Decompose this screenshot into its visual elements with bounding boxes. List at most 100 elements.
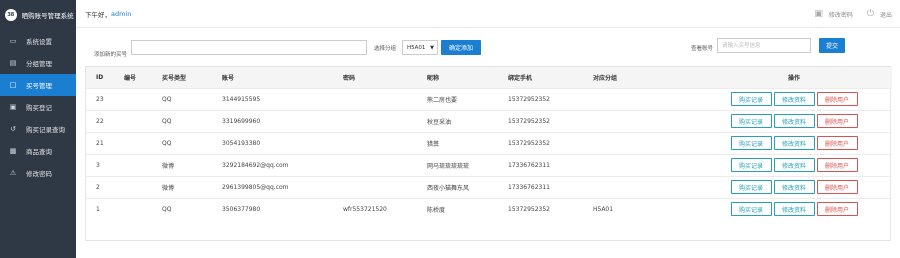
table-row: 21 QQ 3054193380 猎粪 15372952352 购买记录 修改资料…: [86, 131, 892, 154]
cell-nickname: 网马琉琉琉琉琉: [417, 153, 498, 176]
col-header-nickname: 昵称: [427, 74, 440, 82]
add-account-input[interactable]: [131, 40, 367, 55]
edit-button[interactable]: 修改资料: [773, 180, 815, 194]
table-row: 22 QQ 3319699960 秋豆采油 15372952352 购买记录 修改…: [86, 109, 892, 132]
document-icon: □: [9, 81, 17, 89]
change-password-link[interactable]: 修改密码: [829, 10, 853, 19]
cell-password: wfr553721520: [333, 197, 417, 220]
sidebar-item-label: 商品查询: [26, 148, 52, 156]
delete-user-button[interactable]: 删除用户: [816, 136, 858, 150]
cell-type: QQ: [152, 109, 212, 132]
edit-button[interactable]: 修改资料: [773, 158, 815, 172]
cell-group: [583, 175, 696, 198]
cell-group: H5A01: [583, 197, 696, 220]
chevron-down-icon: ▼: [430, 44, 434, 51]
cell-phone: 15372952352: [498, 197, 583, 220]
cell-phone: 17336762311: [498, 153, 583, 176]
history-icon: ↺: [10, 125, 16, 133]
sidebar-item-system-settings[interactable]: ▭ 系统设置: [0, 30, 76, 52]
cell-phone: 15372952352: [498, 131, 583, 154]
delete-user-button[interactable]: 删除用户: [816, 92, 858, 106]
cell-group: [583, 153, 696, 176]
cell-account: 3054193380: [212, 131, 333, 154]
cell-type: QQ: [152, 87, 212, 110]
logout-link[interactable]: 退出: [880, 10, 892, 19]
cell-number: [114, 153, 152, 176]
cell-actions: 购买记录 修改资料 删除用户: [696, 109, 892, 132]
sidebar-item-purchase-register[interactable]: ▣ 购买登记: [0, 96, 76, 118]
cell-actions: 购买记录 修改资料 删除用户: [696, 87, 892, 110]
search-label: 查看账号: [691, 46, 714, 52]
monitor-icon: ▭: [9, 37, 17, 45]
lock-icon[interactable]: ▣: [814, 9, 823, 19]
cell-number: [114, 175, 152, 198]
cell-actions: 购买记录 修改资料 删除用户: [696, 131, 892, 154]
edit-button[interactable]: 修改资料: [773, 136, 815, 150]
col-header-password: 密码: [343, 74, 356, 82]
cell-nickname: 熊二房也要: [417, 87, 498, 110]
table-row: 1 QQ 3506377980 wfr553721520 陈桥度 1537295…: [86, 197, 892, 220]
search-input[interactable]: [717, 38, 811, 53]
add-account-label: 添加新的买号: [94, 52, 128, 58]
sidebar-item-label: 分组管理: [26, 60, 52, 68]
cell-phone: 15372952352: [498, 87, 583, 110]
col-header-id: ID: [96, 73, 104, 81]
edit-button[interactable]: 修改资料: [773, 114, 815, 128]
edit-button[interactable]: 修改资料: [773, 92, 815, 106]
cell-actions: 购买记录 修改资料 删除用户: [696, 175, 892, 198]
edit-button[interactable]: 修改资料: [773, 202, 815, 217]
sidebar-item-purchase-history[interactable]: ↺ 购买记录查询: [0, 118, 76, 140]
sidebar-item-account-management[interactable]: □ 买号管理: [0, 74, 76, 96]
group-select-value: H5A01: [407, 44, 426, 51]
delete-user-button[interactable]: 删除用户: [816, 202, 858, 217]
cell-nickname: 秋豆采油: [417, 109, 498, 132]
header-actions: ▣ 修改密码 ⏻ 退出: [814, 0, 892, 28]
sidebar-item-group-management[interactable]: ▤ 分组管理: [0, 52, 76, 74]
col-header-group: 对应分组: [593, 74, 618, 82]
sidebar-item-label: 买号管理: [26, 82, 52, 90]
col-header-type: 买号类型: [162, 74, 187, 82]
cell-id: 1: [86, 197, 114, 220]
sidebar-item-change-password[interactable]: ⚠ 修改密码: [0, 162, 76, 184]
cell-number: [114, 197, 152, 220]
submit-button[interactable]: 提交: [819, 38, 845, 53]
cell-phone: 17336762311: [498, 175, 583, 198]
purchase-record-button[interactable]: 购买记录: [730, 92, 772, 106]
delete-user-button[interactable]: 删除用户: [816, 114, 858, 128]
sidebar-item-product-query[interactable]: ▩ 商品查询: [0, 140, 76, 162]
cell-password: [333, 87, 417, 110]
brand-logo: 38: [5, 9, 17, 21]
delete-user-button[interactable]: 删除用户: [816, 158, 858, 172]
cell-account: 3506377980: [212, 197, 333, 220]
confirm-add-button[interactable]: 确定添加: [441, 40, 481, 55]
cell-id: 2: [86, 175, 114, 198]
cell-id: 21: [86, 131, 114, 154]
col-header-number: 编号: [124, 74, 137, 82]
cell-nickname: 陈桥度: [417, 197, 498, 220]
cell-actions: 购买记录 修改资料 删除用户: [696, 197, 892, 220]
power-icon[interactable]: ⏻: [867, 9, 874, 19]
sidebar-item-label: 购买登记: [26, 104, 52, 112]
purchase-record-button[interactable]: 购买记录: [730, 180, 772, 194]
table-row: 2 微博 2961399805@qq.com 西夜小猫舞东风 173367623…: [86, 175, 892, 198]
brand-title: 晒购账号管理系统: [21, 12, 74, 20]
cell-number: [114, 87, 152, 110]
table-row: 3 微博 3292184692@qq.com 网马琉琉琉琉琉 173367623…: [86, 153, 892, 176]
delete-user-button[interactable]: 删除用户: [816, 180, 858, 194]
cell-account: 3292184692@qq.com: [212, 153, 333, 176]
sidebar-item-label: 购买记录查询: [26, 126, 65, 134]
box-icon: ▩: [9, 147, 17, 155]
greeting-text: 下午好，: [85, 10, 111, 19]
table-row: 23 QQ 3144915595 熊二房也要 15372952352 购买记录修…: [86, 87, 892, 110]
col-header-actions: 操作: [787, 74, 800, 82]
cell-number: [114, 109, 152, 132]
cell-account: 2961399805@qq.com: [212, 175, 333, 198]
purchase-record-button[interactable]: 购买记录: [730, 136, 772, 150]
group-select[interactable]: H5A01 ▼: [402, 40, 438, 55]
purchase-record-button[interactable]: 购买记录: [730, 158, 772, 172]
cell-type: QQ: [152, 197, 212, 220]
brand: 38 晒购账号管理系统: [0, 0, 76, 30]
purchase-record-button[interactable]: 购买记录: [730, 114, 772, 128]
top-header: 下午好， admin ▣ 修改密码 ⏻ 退出: [76, 0, 900, 28]
purchase-record-button[interactable]: 购买记录: [730, 202, 772, 217]
